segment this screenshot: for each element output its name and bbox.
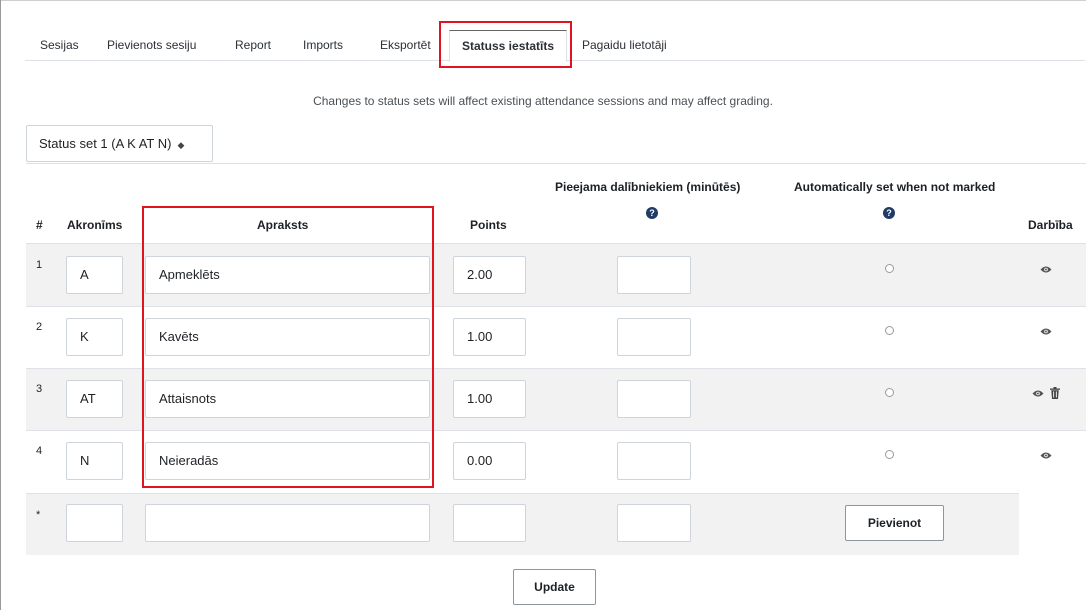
row-number: 1 [36,259,43,271]
status-set-select[interactable]: Status set 1 (A K AT N) ◆ [26,125,213,162]
acronym-input[interactable]: A [66,256,123,294]
table-top-divider [26,163,1086,164]
update-button[interactable]: Update [513,569,596,605]
description-input[interactable]: Kavēts [145,318,430,356]
header-students-minutes: Pieejama dalībniekiem (minūtēs) [555,180,741,194]
acronym-input[interactable]: N [66,442,123,480]
header-num: # [36,218,43,232]
tab-temporary-users[interactable]: Pagaidu lietotāji [582,30,667,61]
acronym-input[interactable]: AT [66,380,123,418]
tab-add-session[interactable]: Pievienots sesiju [107,30,196,61]
header-acronym: Akronīms [67,218,123,232]
row-number: 3 [36,383,43,395]
trash-icon[interactable] [1050,387,1060,399]
status-change-notice: Changes to status sets will affect exist… [313,94,773,108]
help-icon-auto-set[interactable]: ? [883,207,895,219]
tab-bar: Sesijas Pievienots sesiju Report Imports… [25,30,1085,62]
tab-status-set[interactable]: Statuss iestatīts [449,30,568,62]
new-minutes-input[interactable] [617,504,691,542]
minutes-input[interactable] [617,256,691,294]
row-number: 2 [36,321,43,333]
eye-icon[interactable] [1032,389,1044,398]
auto-set-radio[interactable] [885,450,894,459]
points-input[interactable]: 0.00 [453,442,526,480]
frame-left-border [0,0,1,610]
description-input[interactable]: Neieradās [145,442,430,480]
new-description-input[interactable] [145,504,430,542]
tab-report[interactable]: Report [235,30,271,61]
minutes-input[interactable] [617,318,691,356]
new-points-input[interactable] [453,504,526,542]
eye-icon[interactable] [1040,265,1052,274]
minutes-input[interactable] [617,442,691,480]
eye-icon[interactable] [1040,327,1052,336]
acronym-input[interactable]: K [66,318,123,356]
auto-set-radio[interactable] [885,264,894,273]
auto-set-radio[interactable] [885,388,894,397]
frame-top-border [0,0,1086,1]
eye-icon[interactable] [1040,451,1052,460]
auto-set-radio[interactable] [885,326,894,335]
status-set-selected-value: Status set 1 (A K AT N) [39,136,172,151]
header-auto-set: Automatically set when not marked [794,180,996,194]
points-input[interactable]: 1.00 [453,318,526,356]
description-input[interactable]: Attaisnots [145,380,430,418]
header-action: Darbība [1028,218,1073,232]
tab-import[interactable]: Imports [303,30,343,61]
row-number: 4 [36,445,43,457]
points-input[interactable]: 2.00 [453,256,526,294]
new-acronym-input[interactable] [66,504,123,542]
new-row-marker: * [36,509,41,521]
minutes-input[interactable] [617,380,691,418]
points-input[interactable]: 1.00 [453,380,526,418]
tab-sessions[interactable]: Sesijas [40,30,79,61]
header-description: Apraksts [257,218,309,232]
description-input[interactable]: Apmeklēts [145,256,430,294]
tab-export[interactable]: Eksportēt [380,30,431,61]
header-points: Points [470,218,507,232]
help-icon-minutes[interactable]: ? [646,207,658,219]
select-caret-icon: ◆ [177,140,185,150]
add-status-button[interactable]: Pievienot [845,505,944,541]
